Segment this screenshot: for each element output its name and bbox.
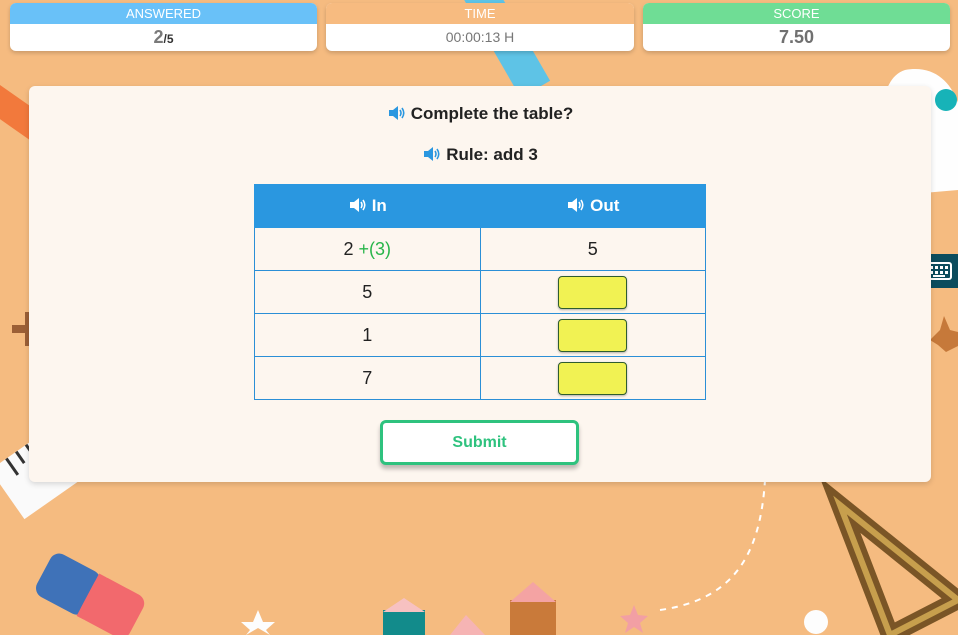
question-heading: Complete the table? [29, 104, 931, 124]
speaker-icon[interactable] [566, 197, 586, 213]
in-cell: 2 +(3) [254, 227, 481, 271]
column-header-out: Out [479, 184, 706, 228]
question-text: Complete the table? [410, 104, 574, 123]
table-row: 7 [254, 356, 706, 400]
column-header-out-label: Out [590, 196, 620, 215]
in-cell: 1 [254, 313, 481, 357]
answered-total: /5 [163, 32, 174, 46]
answered-count: 2 [153, 27, 164, 47]
time-label: TIME [326, 3, 634, 24]
answer-input[interactable] [558, 275, 628, 309]
out-cell [479, 313, 706, 357]
speaker-icon[interactable] [348, 197, 368, 213]
answered-card: ANSWERED 2/5 [10, 3, 317, 51]
in-value: 5 [362, 281, 373, 302]
out-cell: 5 [479, 227, 706, 271]
time-card: TIME 00:00:13 H [326, 3, 634, 51]
column-header-in-label: In [371, 196, 387, 215]
table-row: 5 [254, 270, 706, 314]
time-value: 00:00:13 H [445, 29, 515, 45]
answered-value: 2/5 [10, 24, 317, 51]
question-panel: Complete the table? Rule: add 3 In Out 2… [29, 86, 931, 482]
submit-button[interactable]: Submit [380, 420, 579, 465]
out-cell [479, 356, 706, 400]
in-value: 7 [362, 367, 373, 388]
table-row: 1 [254, 313, 706, 357]
score-card: SCORE 7.50 [643, 3, 950, 51]
speaker-icon[interactable] [422, 146, 442, 162]
out-cell [479, 270, 706, 314]
speaker-icon[interactable] [387, 105, 407, 121]
in-cell: 7 [254, 356, 481, 400]
answered-label: ANSWERED [10, 3, 317, 24]
answer-input[interactable] [558, 318, 628, 352]
io-table: In Out 2 +(3) 5 5 1 7 [254, 184, 706, 400]
rule-hint: +(3) [358, 238, 392, 259]
table-header-row: In Out [254, 184, 706, 228]
in-value: 2 [343, 238, 354, 259]
in-cell: 5 [254, 270, 481, 314]
rule-heading: Rule: add 3 [29, 145, 931, 165]
out-value: 5 [587, 238, 598, 259]
table-row: 2 +(3) 5 [254, 227, 706, 271]
column-header-in: In [254, 184, 481, 228]
score-label: SCORE [643, 3, 950, 24]
score-value: 7.50 [778, 27, 815, 47]
in-value: 1 [362, 324, 373, 345]
rule-text: Rule: add 3 [446, 145, 538, 164]
answer-input[interactable] [558, 361, 628, 395]
